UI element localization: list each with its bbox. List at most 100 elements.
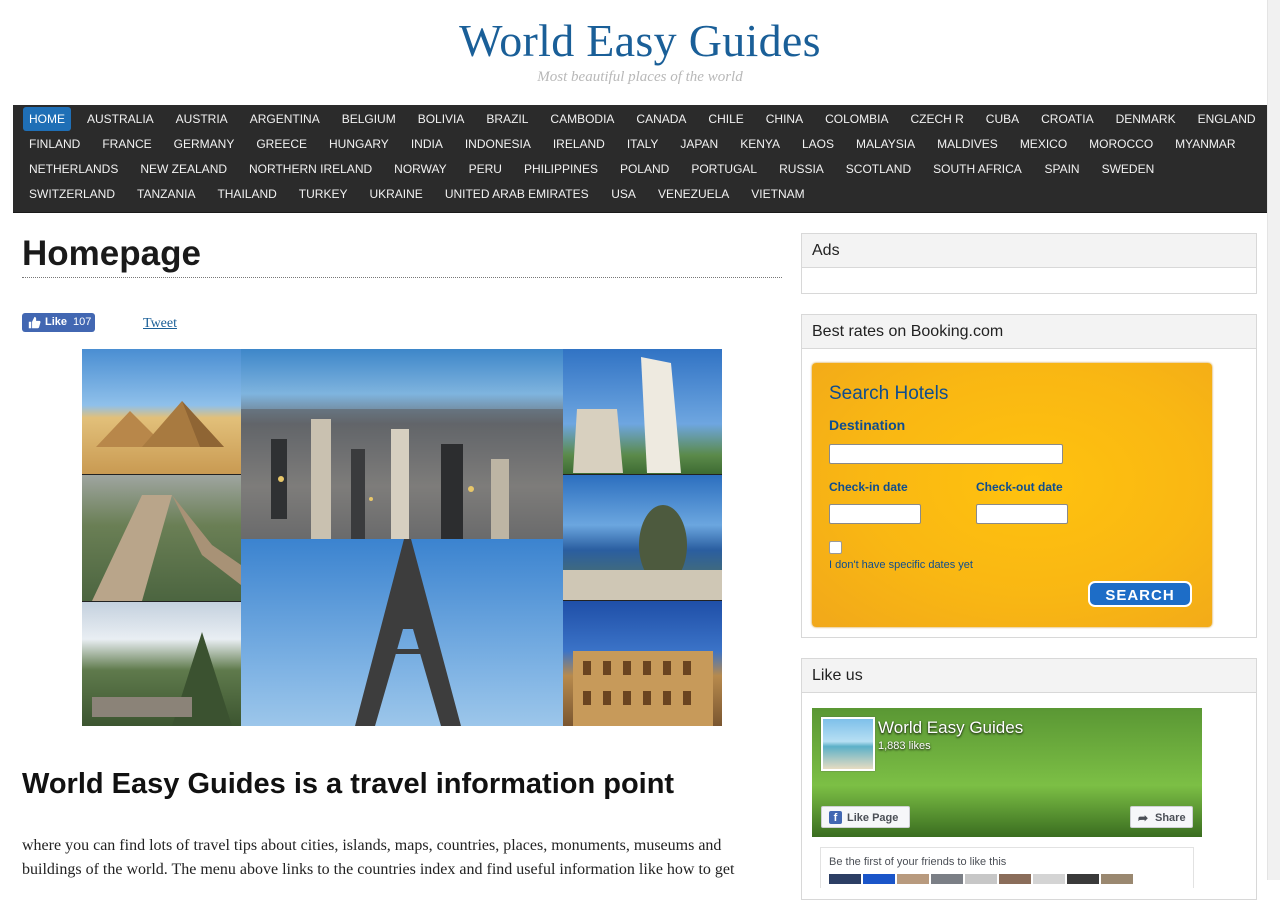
nav-item-russia[interactable]: RUSSIA (773, 157, 830, 181)
like-page-button[interactable]: f Like Page (821, 806, 910, 828)
nav-item-france[interactable]: FRANCE (96, 132, 157, 156)
friend-avatar[interactable] (965, 874, 997, 884)
nav-item-united-arab-emirates[interactable]: UNITED ARAB EMIRATES (439, 182, 595, 206)
facebook-like-label: Like (45, 316, 68, 328)
rio-photo (563, 475, 722, 600)
booking-widget-title: Best rates on Booking.com (802, 315, 1256, 349)
nav-item-bolivia[interactable]: BOLIVIA (412, 107, 471, 131)
nav-item-portugal[interactable]: PORTUGAL (685, 157, 763, 181)
nav-item-new-zealand[interactable]: NEW ZEALAND (134, 157, 233, 181)
nav-item-denmark[interactable]: DENMARK (1110, 107, 1182, 131)
nav-item-ireland[interactable]: IRELAND (547, 132, 611, 156)
nav-item-myanmar[interactable]: MYANMAR (1169, 132, 1241, 156)
machu-picchu-photo (82, 602, 241, 726)
nav-item-cuba[interactable]: CUBA (980, 107, 1025, 131)
nav-item-scotland[interactable]: SCOTLAND (840, 157, 917, 181)
destination-label: Destination (829, 417, 906, 433)
nav-item-china[interactable]: CHINA (760, 107, 809, 131)
nav-item-maldives[interactable]: MALDIVES (931, 132, 1004, 156)
nav-item-thailand[interactable]: THAILAND (211, 182, 282, 206)
social-buttons: Like 107 Tweet (22, 313, 322, 333)
leaning-tower-image (573, 357, 681, 473)
friend-avatar[interactable] (897, 874, 929, 884)
share-arrow-icon: ➦ (1138, 811, 1149, 825)
nav-item-mexico[interactable]: MEXICO (1014, 132, 1073, 156)
window-scrollbar[interactable] (1267, 0, 1280, 880)
nav-item-cambodia[interactable]: CAMBODIA (544, 107, 620, 131)
checkin-label: Check-in date (829, 480, 908, 494)
nav-item-greece[interactable]: GREECE (250, 132, 313, 156)
ads-widget: Ads (801, 233, 1257, 294)
nav-item-spain[interactable]: SPAIN (1038, 157, 1085, 181)
nav-item-belgium[interactable]: BELGIUM (336, 107, 402, 131)
nav-item-croatia[interactable]: CROATIA (1035, 107, 1099, 131)
nav-item-finland[interactable]: FINLAND (23, 132, 86, 156)
hotel-search-box: Search Hotels Destination Check-in date … (812, 363, 1212, 627)
nav-item-morocco[interactable]: MOROCCO (1083, 132, 1159, 156)
tweet-link[interactable]: Tweet (143, 316, 177, 332)
nav-item-indonesia[interactable]: INDONESIA (459, 132, 537, 156)
share-button[interactable]: ➦ Share (1130, 806, 1193, 828)
nav-item-northern-ireland[interactable]: NORTHERN IRELAND (243, 157, 378, 181)
nav-item-argentina[interactable]: ARGENTINA (244, 107, 326, 131)
nav-item-england[interactable]: ENGLAND (1192, 107, 1262, 131)
nav-item-brazil[interactable]: BRAZIL (480, 107, 534, 131)
checkout-date-input[interactable] (976, 504, 1068, 524)
booking-widget: Best rates on Booking.com Search Hotels … (801, 314, 1257, 638)
nav-item-canada[interactable]: CANADA (630, 107, 692, 131)
nav-item-vietnam[interactable]: VIETNAM (745, 182, 810, 206)
site-title[interactable]: World Easy Guides (0, 14, 1280, 67)
great-wall-image (92, 495, 241, 601)
destination-input[interactable] (829, 444, 1063, 464)
nav-item-usa[interactable]: USA (605, 182, 642, 206)
page-title: Homepage (22, 232, 782, 278)
friend-avatar[interactable] (863, 874, 895, 884)
pyramids-image (96, 401, 224, 447)
facebook-cover-photo: World Easy Guides 1,883 likes f Like Pag… (812, 708, 1202, 837)
nav-item-venezuela[interactable]: VENEZUELA (652, 182, 735, 206)
nav-item-poland[interactable]: POLAND (614, 157, 675, 181)
nav-item-colombia[interactable]: COLOMBIA (819, 107, 894, 131)
facebook-like-button[interactable]: Like 107 (22, 313, 95, 332)
intro-paragraph: where you can find lots of travel tips a… (22, 837, 735, 878)
friend-avatar[interactable] (999, 874, 1031, 884)
checkin-date-input[interactable] (829, 504, 921, 524)
friend-avatar[interactable] (1033, 874, 1065, 884)
nav-item-australia[interactable]: AUSTRALIA (81, 107, 160, 131)
friend-avatar[interactable] (1101, 874, 1133, 884)
nav-item-chile[interactable]: CHILE (702, 107, 749, 131)
nav-item-switzerland[interactable]: SWITZERLAND (23, 182, 121, 206)
colosseum-image (573, 651, 713, 726)
search-button[interactable]: SEARCH (1088, 581, 1192, 607)
nav-item-tanzania[interactable]: TANZANIA (131, 182, 201, 206)
nav-item-india[interactable]: INDIA (405, 132, 449, 156)
nav-item-ukraine[interactable]: UKRAINE (363, 182, 428, 206)
facebook-friends-box: Be the first of your friends to like thi… (820, 847, 1194, 888)
no-dates-checkbox[interactable] (829, 541, 842, 554)
nav-item-malaysia[interactable]: MALAYSIA (850, 132, 921, 156)
nav-item-south-africa[interactable]: SOUTH AFRICA (927, 157, 1028, 181)
nav-item-peru[interactable]: PERU (463, 157, 508, 181)
nav-item-laos[interactable]: LAOS (796, 132, 840, 156)
nav-item-turkey[interactable]: TURKEY (293, 182, 354, 206)
nav-item-czech-r[interactable]: CZECH R (904, 107, 969, 131)
nav-item-hungary[interactable]: HUNGARY (323, 132, 395, 156)
site-tagline: Most beautiful places of the world (537, 69, 743, 85)
nav-item-norway[interactable]: NORWAY (388, 157, 452, 181)
facebook-page-avatar[interactable] (821, 717, 875, 771)
nav-item-italy[interactable]: ITALY (621, 132, 665, 156)
nav-item-austria[interactable]: AUSTRIA (170, 107, 234, 131)
nav-item-kenya[interactable]: KENYA (734, 132, 786, 156)
friends-like-text: Be the first of your friends to like thi… (829, 856, 1007, 868)
friend-avatar[interactable] (931, 874, 963, 884)
nav-item-sweden[interactable]: SWEDEN (1096, 157, 1161, 181)
nav-item-japan[interactable]: JAPAN (674, 132, 724, 156)
nav-item-netherlands[interactable]: NETHERLANDS (23, 157, 124, 181)
friend-avatar[interactable] (1067, 874, 1099, 884)
nav-item-philippines[interactable]: PHILIPPINES (518, 157, 604, 181)
nav-item-home[interactable]: HOME (23, 107, 71, 131)
facebook-page-name[interactable]: World Easy Guides (878, 718, 1023, 738)
friend-avatar[interactable] (829, 874, 861, 884)
sugarloaf-image (563, 505, 722, 600)
nav-item-germany[interactable]: GERMANY (168, 132, 241, 156)
